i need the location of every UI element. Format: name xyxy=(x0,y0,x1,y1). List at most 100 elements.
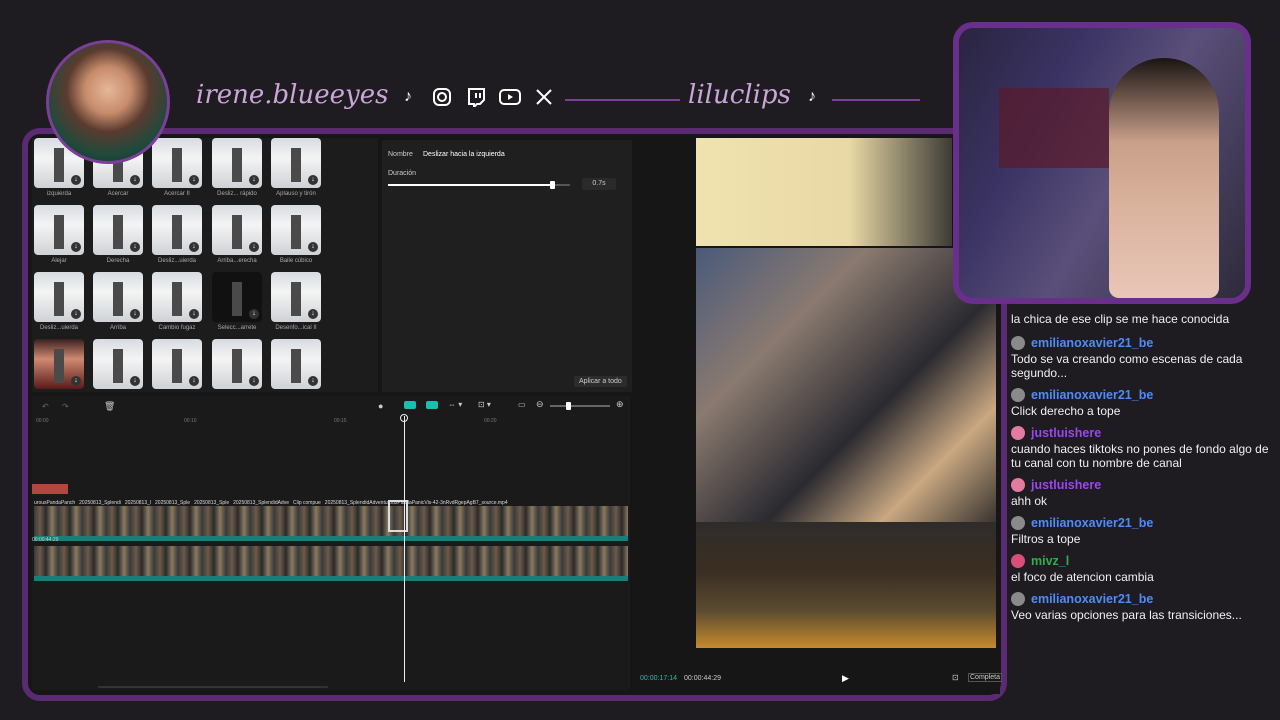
download-icon[interactable]: ↓ xyxy=(71,376,81,386)
transition-tile[interactable]: ↓ xyxy=(271,339,321,389)
transition-tile[interactable]: ↓ xyxy=(212,138,262,188)
download-icon[interactable]: ↓ xyxy=(249,175,259,185)
zoom-slider-handle[interactable] xyxy=(566,402,571,410)
total-time: 00:00:44:29 xyxy=(684,675,721,682)
transition-tile[interactable]: ↓ xyxy=(34,339,84,389)
apply-all-button[interactable]: Aplicar a todo xyxy=(574,376,627,387)
duration-input[interactable]: 0.7s xyxy=(582,178,616,190)
fullscreen-button[interactable]: Completa xyxy=(968,673,1002,682)
transition-tile[interactable]: ↓ xyxy=(212,205,262,255)
playhead[interactable] xyxy=(404,416,405,682)
transition-marker[interactable] xyxy=(388,500,408,532)
download-icon[interactable]: ↓ xyxy=(249,309,259,319)
audio-marker[interactable] xyxy=(32,484,68,494)
clips-handle: liluclips xyxy=(688,80,791,110)
overlay-track[interactable]: urousPandaPanch 20250813_Splendi 20250813_… xyxy=(34,500,628,541)
zoom-slider[interactable] xyxy=(550,402,610,410)
transition-tile[interactable]: ↓ xyxy=(212,339,262,389)
download-icon[interactable]: ↓ xyxy=(71,309,81,319)
download-icon[interactable]: ↓ xyxy=(130,376,140,386)
clip-labels: urousPandaPanch 20250813_Splendi 20250813_… xyxy=(34,500,628,506)
snap-toggle[interactable] xyxy=(426,401,438,409)
transition-tile[interactable]: ↓ xyxy=(152,205,202,255)
transition-tile[interactable]: ↓ xyxy=(271,205,321,255)
preview-axis-icon[interactable]: ⊡ ▾ xyxy=(478,400,491,409)
transition-tile-label: Aplauso y tirón xyxy=(276,191,316,197)
zoom-out-icon[interactable]: ⊖ xyxy=(536,399,544,410)
zoom-in-icon[interactable]: ⊕ xyxy=(616,399,624,410)
transition-tile-label: Acercar xyxy=(107,191,129,197)
chat-username[interactable]: emilianoxavier21_be xyxy=(1031,592,1153,606)
download-icon[interactable]: ↓ xyxy=(249,242,259,252)
streamer-avatar xyxy=(46,40,170,164)
chat-message-header: emilianoxavier21_be xyxy=(1011,386,1269,404)
download-icon[interactable]: ↓ xyxy=(189,175,199,185)
download-icon[interactable]: ↓ xyxy=(308,242,318,252)
main-track[interactable] xyxy=(34,546,628,581)
download-icon[interactable]: ↓ xyxy=(189,309,199,319)
transition-tile[interactable]: ↓ xyxy=(212,272,262,322)
download-icon[interactable]: ↓ xyxy=(308,376,318,386)
transition-tile[interactable]: ↓ xyxy=(271,138,321,188)
chat-username[interactable]: emilianoxavier21_be xyxy=(1031,388,1153,402)
transition-tile[interactable]: ↓ xyxy=(271,272,321,322)
download-icon[interactable]: ↓ xyxy=(130,309,140,319)
fit-icon[interactable]: ▭ xyxy=(518,400,526,409)
download-icon[interactable]: ↓ xyxy=(308,175,318,185)
chat-username[interactable]: justluishere xyxy=(1031,478,1101,492)
transition-tile-label: Baile cúbico xyxy=(279,258,313,264)
transition-tile[interactable]: ↓ xyxy=(152,138,202,188)
clip-label: 20250813_SplendidAdventurousPandaPanicVi… xyxy=(324,500,508,506)
split-icon[interactable]: ⇔ ▾ xyxy=(448,400,462,409)
download-icon[interactable]: ↓ xyxy=(71,242,81,252)
undo-icon[interactable]: ↶ xyxy=(42,402,49,411)
ratio-icon[interactable]: ⊡ xyxy=(952,673,959,682)
transition-tile[interactable]: ↓ xyxy=(152,339,202,389)
duration-slider[interactable] xyxy=(388,181,570,189)
duration-slider-handle[interactable] xyxy=(549,181,555,189)
clip-label: 20250813_Sple xyxy=(155,500,191,506)
duration-slider-fill xyxy=(388,184,552,186)
transition-tile[interactable]: ↓ xyxy=(152,272,202,322)
download-icon[interactable]: ↓ xyxy=(189,242,199,252)
chat-message: justluishere ahh ok xyxy=(1011,476,1269,508)
chat-username[interactable]: mivz_l xyxy=(1031,554,1069,568)
webcam-overlay xyxy=(953,22,1251,304)
chat-list: emilianoxavier21_be Todo se va creando co… xyxy=(1011,334,1269,628)
chat-user-avatar xyxy=(1011,515,1025,530)
transition-tile[interactable]: ↓ xyxy=(34,272,84,322)
download-icon[interactable]: ↓ xyxy=(71,175,81,185)
twitch-icon xyxy=(464,85,488,109)
transition-tile-label: Arriba xyxy=(109,325,126,331)
download-icon[interactable]: ↓ xyxy=(249,376,259,386)
transition-tile[interactable]: ↓ xyxy=(93,339,143,389)
chat-username[interactable]: justluishere xyxy=(1031,426,1101,440)
chat-message-text: el foco de atencion cambia xyxy=(1011,570,1154,584)
redo-icon[interactable]: ↷ xyxy=(62,402,69,411)
transition-tile[interactable]: ↓ xyxy=(93,272,143,322)
download-icon[interactable]: ↓ xyxy=(130,242,140,252)
delete-icon[interactable]: 🗑 xyxy=(104,401,115,412)
chat-user-avatar xyxy=(1011,387,1025,402)
timeline-scrollbar[interactable] xyxy=(98,686,328,688)
current-time: 00:00:17:14 xyxy=(640,675,677,682)
chat-message: emilianoxavier21_be Veo varias opciones p… xyxy=(1011,590,1269,622)
link-toggle[interactable] xyxy=(404,401,416,409)
streamer-person xyxy=(1109,58,1219,298)
download-icon[interactable]: ↓ xyxy=(308,309,318,319)
clip-label: Clip compue xyxy=(293,500,321,506)
preview-blur-bottom xyxy=(696,522,996,648)
tick-label: 00:00 xyxy=(36,418,49,424)
chat-username[interactable]: emilianoxavier21_be xyxy=(1031,336,1153,350)
playhead-handle[interactable] xyxy=(400,414,408,422)
transition-tile[interactable]: ↓ xyxy=(34,205,84,255)
play-icon[interactable]: ▶ xyxy=(842,673,849,684)
mic-icon[interactable]: ● xyxy=(378,401,383,411)
transition-tile-label: Cambio fugaz xyxy=(158,325,196,331)
transition-tile-label: Desliz...uierda xyxy=(39,325,78,331)
download-icon[interactable]: ↓ xyxy=(189,376,199,386)
download-icon[interactable]: ↓ xyxy=(130,175,140,185)
chat-username[interactable]: emilianoxavier21_be xyxy=(1031,516,1153,530)
transition-tile[interactable]: ↓ xyxy=(93,205,143,255)
social-icons: ♪ xyxy=(396,85,556,109)
